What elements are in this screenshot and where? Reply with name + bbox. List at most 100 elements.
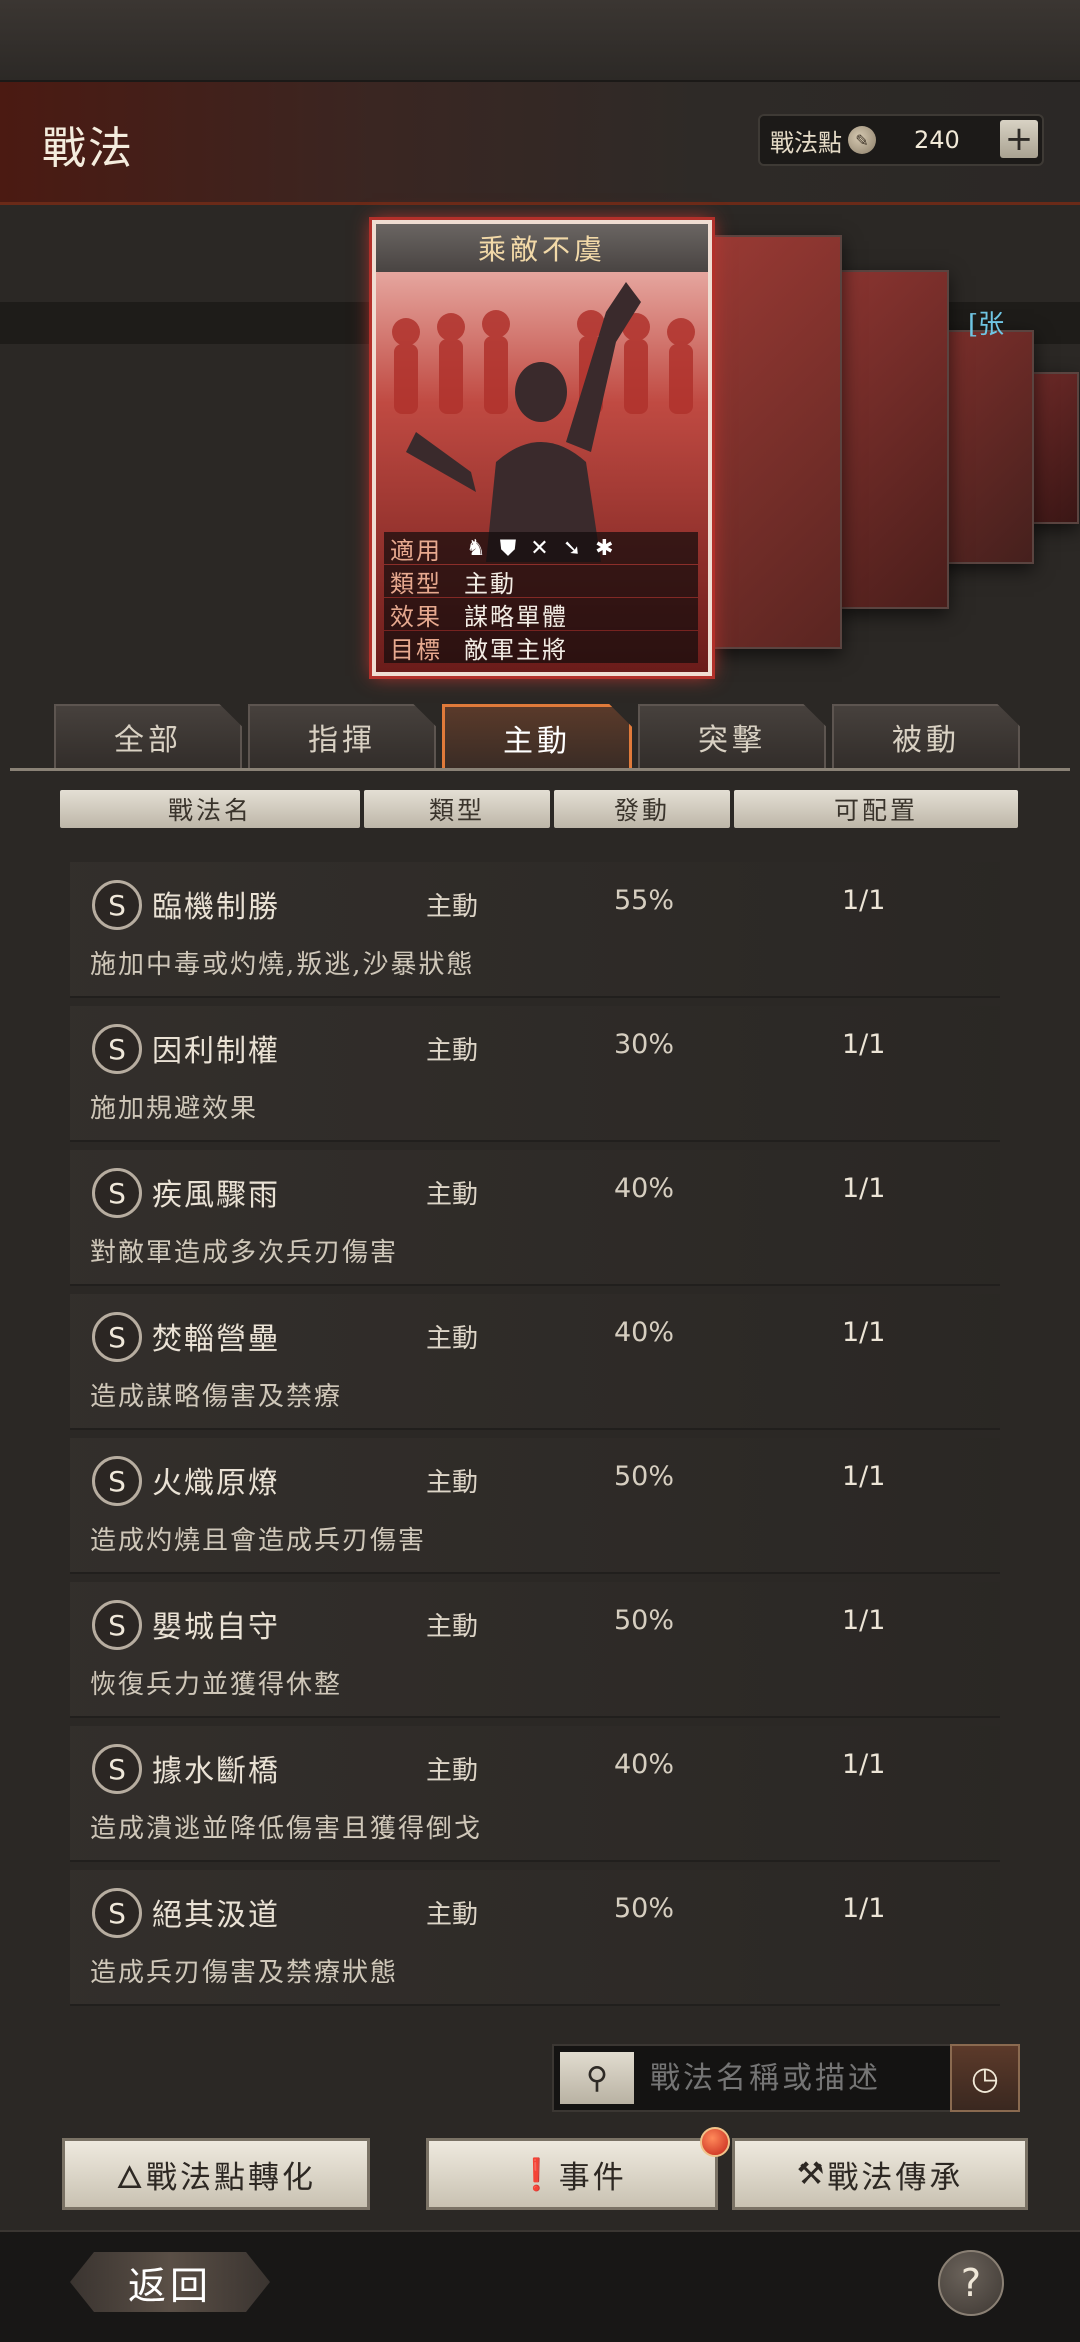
card-title: 乘敵不虞 bbox=[376, 224, 708, 272]
rank-badge: S bbox=[92, 1888, 142, 1938]
info-key: 效果 bbox=[390, 602, 442, 631]
info-value: 主動 bbox=[464, 569, 516, 598]
skill-capacity: 1/1 bbox=[842, 1605, 886, 1636]
list-item[interactable]: S 焚輜營壘 主動 40% 1/1 造成謀略傷害及禁療 bbox=[70, 1294, 1000, 1430]
column-header-name[interactable]: 戰法名 bbox=[60, 790, 360, 828]
skill-type: 主動 bbox=[426, 1180, 479, 1210]
skill-name: 絕其汲道 bbox=[152, 1898, 280, 1933]
info-row-target: 目標 敵軍主將 bbox=[384, 631, 698, 664]
inherit-label: 戰法傳承 bbox=[827, 2159, 964, 2196]
points-coin-icon: ✎ bbox=[848, 126, 876, 154]
tab-divider bbox=[10, 768, 1070, 771]
skill-capacity: 1/1 bbox=[842, 1461, 886, 1492]
points-value: 240 bbox=[914, 126, 960, 154]
info-row-type: 類型 主動 bbox=[384, 565, 698, 598]
stacked-card-2[interactable] bbox=[835, 270, 949, 609]
events-label: 事件 bbox=[558, 2159, 627, 2196]
column-header-type[interactable]: 類型 bbox=[364, 790, 550, 828]
convert-points-button[interactable]: 🜂 戰法點轉化 bbox=[62, 2138, 370, 2210]
side-general-name: [张 bbox=[968, 310, 1005, 340]
wheel-icon: ✱ bbox=[595, 535, 614, 561]
rank-badge: S bbox=[92, 880, 142, 930]
info-value: 謀略單體 bbox=[464, 602, 568, 631]
tactic-points-display: 戰法點 ✎ 240 + bbox=[758, 114, 1044, 166]
filter-tabs: 全部 指揮 主動 突擊 被動 bbox=[54, 704, 1020, 769]
skill-name: 據水斷橋 bbox=[152, 1754, 280, 1789]
column-header-trigger[interactable]: 發動 bbox=[554, 790, 730, 828]
inherit-button[interactable]: ⚒ 戰法傳承 bbox=[732, 2138, 1028, 2210]
rank-badge: S bbox=[92, 1312, 142, 1362]
convert-points-label: 戰法點轉化 bbox=[146, 2159, 317, 2196]
skill-type: 主動 bbox=[426, 892, 479, 922]
skill-name: 因利制權 bbox=[152, 1034, 280, 1069]
tab-assault[interactable]: 突擊 bbox=[638, 704, 826, 768]
card-info-panel: 適用 ♞ ⛊ ✕ ➘ ✱ 類型 主動 效果 謀略單體 目標 敵軍主將 bbox=[384, 532, 698, 664]
search-icon[interactable]: ⚲ bbox=[560, 2052, 634, 2104]
skill-capacity: 1/1 bbox=[842, 1173, 886, 1204]
list-item[interactable]: S 據水斷橋 主動 40% 1/1 造成潰逃並降低傷害且獲得倒戈 bbox=[70, 1726, 1000, 1862]
notification-badge bbox=[700, 2127, 730, 2157]
skill-description: 造成兵刃傷害及禁療狀態 bbox=[90, 1958, 399, 1988]
list-item[interactable]: S 臨機制勝 主動 55% 1/1 施加中毒或灼燒,叛逃,沙暴狀態 bbox=[70, 862, 1000, 998]
skill-description: 造成灼燒且會造成兵刃傷害 bbox=[90, 1526, 427, 1556]
alert-icon: ❗ bbox=[517, 2156, 559, 2193]
skill-type: 主動 bbox=[426, 1324, 479, 1354]
events-button[interactable]: ❗ 事件 bbox=[426, 2138, 718, 2210]
list-item[interactable]: S 火熾原燎 主動 50% 1/1 造成灼燒且會造成兵刃傷害 bbox=[70, 1438, 1000, 1574]
skill-capacity: 1/1 bbox=[842, 1749, 886, 1780]
skill-capacity: 1/1 bbox=[842, 1893, 886, 1924]
cavalry-icon: ♞ bbox=[466, 535, 486, 561]
tab-command[interactable]: 指揮 bbox=[248, 704, 436, 768]
search-input[interactable] bbox=[648, 2059, 952, 2097]
tab-all[interactable]: 全部 bbox=[54, 704, 242, 768]
list-item[interactable]: S 因利制權 主動 30% 1/1 施加規避效果 bbox=[70, 1006, 1000, 1142]
skill-rate: 50% bbox=[614, 1605, 675, 1636]
hammer-icon: ⚒ bbox=[796, 2156, 828, 2192]
skill-rate: 40% bbox=[614, 1317, 675, 1348]
skill-type: 主動 bbox=[426, 1900, 479, 1930]
back-button[interactable]: 返回 bbox=[70, 2252, 270, 2312]
page-header: 戰法 戰法點 ✎ 240 + bbox=[0, 82, 1080, 205]
tab-passive[interactable]: 被動 bbox=[832, 704, 1020, 768]
skill-rate: 40% bbox=[614, 1749, 675, 1780]
rank-badge: S bbox=[92, 1168, 142, 1218]
skill-description: 對敵軍造成多次兵刃傷害 bbox=[90, 1238, 399, 1268]
spear-icon: ➘ bbox=[562, 535, 582, 561]
skill-type: 主動 bbox=[426, 1756, 479, 1786]
flame-icon: 🜂 bbox=[115, 2160, 147, 2196]
skill-name: 嬰城自守 bbox=[152, 1610, 280, 1645]
top-decor-bar bbox=[0, 0, 1080, 82]
skill-capacity: 1/1 bbox=[842, 1317, 886, 1348]
help-icon[interactable]: ? bbox=[938, 2250, 1004, 2316]
skill-rate: 50% bbox=[614, 1893, 675, 1924]
info-row-effect: 效果 謀略單體 bbox=[384, 598, 698, 631]
info-key: 目標 bbox=[390, 635, 442, 664]
skill-capacity: 1/1 bbox=[842, 885, 886, 916]
skill-name: 焚輜營壘 bbox=[152, 1322, 280, 1357]
list-item[interactable]: S 絕其汲道 主動 50% 1/1 造成兵刃傷害及禁療狀態 bbox=[70, 1870, 1000, 2006]
featured-skill-card[interactable]: 乘敵不虞 適用 ♞ ⛊ ✕ ➘ ✱ 類型 主動 效果 謀略單體 目標 敵軍主將 bbox=[372, 220, 712, 676]
stacked-card-1[interactable] bbox=[700, 235, 842, 649]
history-clock-icon[interactable]: ◷ bbox=[950, 2044, 1020, 2112]
bow-icon: ✕ bbox=[530, 535, 549, 561]
column-header-capacity[interactable]: 可配置 bbox=[734, 790, 1018, 828]
skill-name: 疾風驟雨 bbox=[152, 1178, 280, 1213]
points-label: 戰法點 bbox=[770, 128, 842, 157]
skill-description: 恢復兵力並獲得休整 bbox=[90, 1670, 343, 1700]
skill-description: 造成潰逃並降低傷害且獲得倒戈 bbox=[90, 1814, 483, 1844]
list-item[interactable]: S 疾風驟雨 主動 40% 1/1 對敵軍造成多次兵刃傷害 bbox=[70, 1150, 1000, 1286]
list-item[interactable]: S 嬰城自守 主動 50% 1/1 恢復兵力並獲得休整 bbox=[70, 1582, 1000, 1718]
skill-rate: 40% bbox=[614, 1173, 675, 1204]
add-points-button[interactable]: + bbox=[1000, 120, 1038, 158]
rank-badge: S bbox=[92, 1456, 142, 1506]
skill-rate: 30% bbox=[614, 1029, 675, 1060]
skill-description: 造成謀略傷害及禁療 bbox=[90, 1382, 343, 1412]
skill-rate: 55% bbox=[614, 885, 675, 916]
rank-badge: S bbox=[92, 1744, 142, 1794]
skill-description: 施加中毒或灼燒,叛逃,沙暴狀態 bbox=[90, 950, 475, 980]
tab-active[interactable]: 主動 bbox=[442, 704, 632, 769]
info-value: 敵軍主將 bbox=[464, 635, 568, 664]
shield-icon: ⛊ bbox=[499, 535, 517, 561]
skill-name: 臨機制勝 bbox=[152, 890, 280, 925]
skill-type: 主動 bbox=[426, 1036, 479, 1066]
